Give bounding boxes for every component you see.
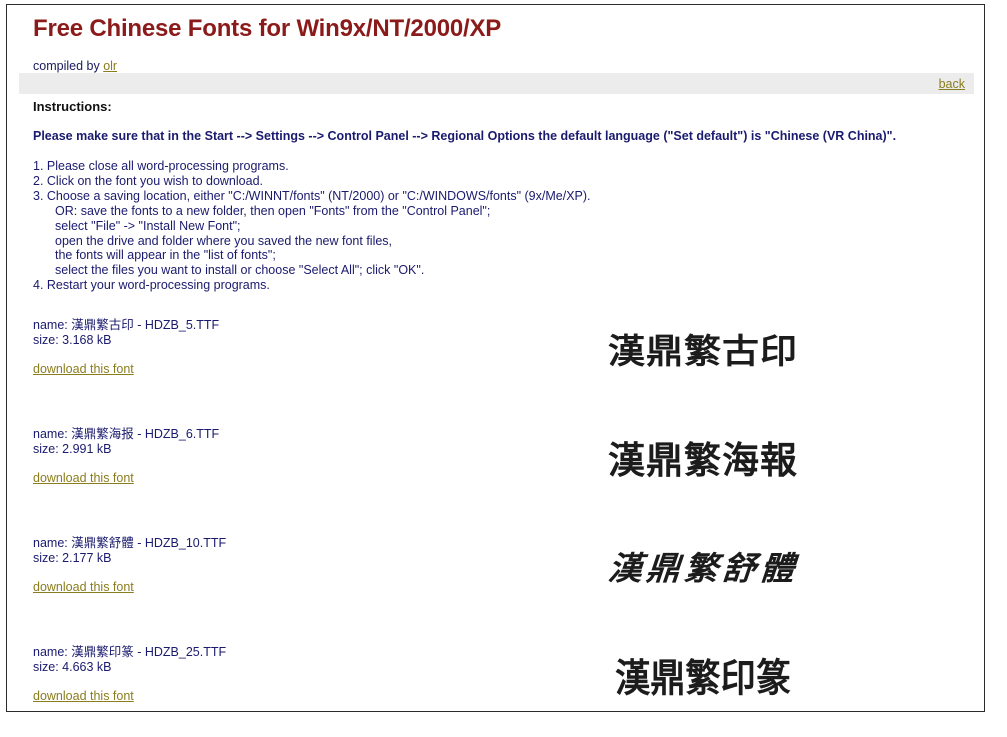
download-font-link[interactable]: download this font <box>33 362 134 376</box>
font-size-line: size: 2.177 kB <box>33 551 112 565</box>
font-size-line: size: 2.991 kB <box>33 442 112 456</box>
font-name-label: name: <box>33 427 72 441</box>
page-title: Free Chinese Fonts for Win9x/NT/2000/XP <box>33 15 502 42</box>
instructions-notice: Please make sure that in the Start --> S… <box>33 129 897 143</box>
compiled-by-label: compiled by <box>33 59 104 73</box>
font-entry: name: 漢鼎繁印篆 - HDZB_25.TTF size: 4.663 kB d… <box>7 644 984 711</box>
font-cjk-name: 漢鼎繁舒體 <box>71 535 134 550</box>
font-sample-image: 漢鼎繁印篆 <box>615 655 791 701</box>
font-meta: name: 漢鼎繁海报 - HDZB_6.TTF size: 2.991 kB <box>33 426 219 457</box>
font-name-label: name: <box>33 536 72 550</box>
font-size-line: size: 4.663 kB <box>33 660 112 674</box>
font-file-name: - HDZB_5.TTF <box>133 318 220 332</box>
font-size-line: size: 3.168 kB <box>33 333 112 347</box>
page-frame: Free Chinese Fonts for Win9x/NT/2000/XP … <box>6 4 985 712</box>
back-link[interactable]: back <box>939 77 965 91</box>
font-entry: name: 漢鼎繁舒體 - HDZB_10.TTF size: 2.177 kB d… <box>7 535 984 643</box>
font-cjk-name: 漢鼎繁海报 <box>71 426 134 441</box>
font-name-label: name: <box>33 318 72 332</box>
font-name-line: name: 漢鼎繁海报 - HDZB_6.TTF <box>33 426 219 442</box>
font-sample-image: 漢鼎繁海報 <box>608 438 798 482</box>
download-font-link[interactable]: download this font <box>33 580 134 594</box>
font-meta: name: 漢鼎繁舒體 - HDZB_10.TTF size: 2.177 kB <box>33 535 226 566</box>
instruction-subline: open the drive and folder where you save… <box>55 233 393 248</box>
download-font-link[interactable]: download this font <box>33 471 134 485</box>
instruction-step: 2. Click on the font you wish to downloa… <box>33 173 263 188</box>
author-link[interactable]: olr <box>103 59 117 73</box>
instruction-subline: the fonts will appear in the "list of fo… <box>55 248 276 263</box>
font-meta: name: 漢鼎繁古印 - HDZB_5.TTF size: 3.168 kB <box>33 317 219 348</box>
download-font-link[interactable]: download this font <box>33 689 134 703</box>
font-entry: name: 漢鼎繁古印 - HDZB_5.TTF size: 3.168 kB do… <box>7 317 984 425</box>
font-sample-image: 漢鼎繁古印 <box>608 331 798 371</box>
font-name-line: name: 漢鼎繁印篆 - HDZB_25.TTF <box>33 644 226 660</box>
instructions-list: 1. Please close all word-processing prog… <box>33 159 591 293</box>
instruction-subline: select "File" -> "Install New Font"; <box>55 218 241 233</box>
font-cjk-name: 漢鼎繁古印 <box>71 317 134 332</box>
font-sample-image: 漢鼎繁舒體 <box>606 550 800 588</box>
instructions-heading: Instructions: <box>33 99 112 114</box>
font-file-name: - HDZB_25.TTF <box>133 645 227 659</box>
instruction-subline: select the files you want to install or … <box>55 263 425 278</box>
font-cjk-name: 漢鼎繁印篆 <box>71 644 134 659</box>
font-entry: name: 漢鼎繁海报 - HDZB_6.TTF size: 2.991 kB do… <box>7 426 984 534</box>
font-name-line: name: 漢鼎繁古印 - HDZB_5.TTF <box>33 317 219 333</box>
toolbar-bar: back <box>19 73 974 94</box>
font-name-line: name: 漢鼎繁舒體 - HDZB_10.TTF <box>33 535 226 551</box>
font-meta: name: 漢鼎繁印篆 - HDZB_25.TTF size: 4.663 kB <box>33 644 226 675</box>
instruction-step: 1. Please close all word-processing prog… <box>33 159 289 173</box>
font-file-name: - HDZB_10.TTF <box>133 536 227 550</box>
instruction-step: 4. Restart your word-processing programs… <box>33 278 270 293</box>
instruction-step: 3. Choose a saving location, either "C:/… <box>33 188 591 203</box>
font-name-label: name: <box>33 645 72 659</box>
compiled-by-line: compiled by olr <box>33 59 117 73</box>
font-file-name: - HDZB_6.TTF <box>133 427 220 441</box>
instruction-subline: OR: save the fonts to a new folder, then… <box>55 203 491 218</box>
